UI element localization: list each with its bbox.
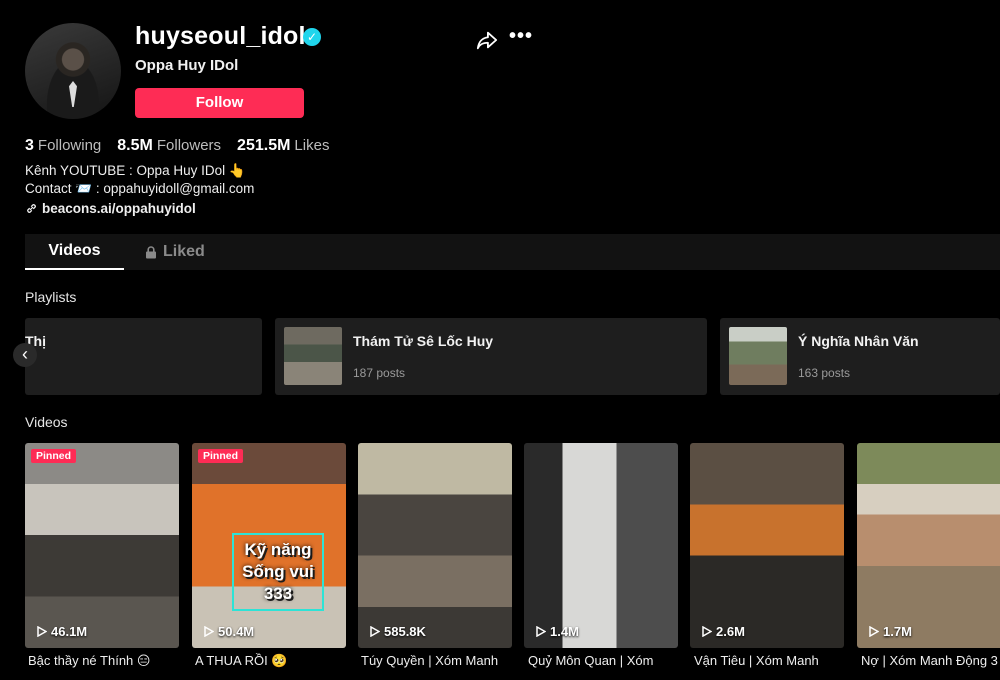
link-icon (27, 204, 36, 213)
followers-label: Followers (156, 137, 222, 154)
view-count-text: 1.4M (550, 624, 579, 639)
playlist-name: Thám Tử Sê Lốc Huy (353, 333, 494, 349)
video-caption[interactable]: Vận Tiêu | Xóm Manh (694, 653, 839, 668)
playlists-heading: Playlists (25, 289, 77, 305)
bio-contact-label: Contact (25, 181, 72, 196)
profile-bio: Kênh YOUTUBE : Oppa Huy IDol 👆 Contact 📨… (25, 162, 254, 198)
follow-button[interactable]: Follow (135, 88, 304, 118)
profile-nickname: Oppa Huy IDol (135, 57, 239, 74)
bio-line-contact: Contact 📨 : oppahuyidoll@gmail.com (25, 180, 254, 198)
more-options-icon[interactable]: ••• (509, 26, 533, 51)
view-count: 50.4M (204, 624, 254, 639)
share-icon[interactable] (476, 29, 498, 51)
video-caption[interactable]: Bậc thầy né Thính 😑 (28, 653, 173, 669)
view-count-text: 1.7M (883, 624, 912, 639)
followers-stat[interactable]: 8.5M Followers (117, 137, 221, 155)
video-caption[interactable]: Nợ | Xóm Manh Động 3 (861, 653, 1000, 668)
video-caption[interactable]: A THUA RỒI 🥺 (195, 653, 340, 669)
view-count-text: 50.4M (218, 624, 255, 639)
pinned-badge: Pinned (31, 449, 77, 463)
view-count: 1.4M (536, 624, 579, 639)
video-card[interactable]: 2.6M (690, 443, 844, 648)
view-count: 2.6M (702, 624, 745, 639)
profile-link-text: beacons.ai/oppahuyidol (42, 201, 196, 216)
following-stat[interactable]: 3 Following (25, 137, 101, 155)
likes-count: 251.5M (237, 137, 291, 154)
video-caption[interactable]: Quỷ Môn Quan | Xóm (528, 653, 673, 668)
tab-liked-label: Liked (163, 243, 205, 260)
video-card[interactable]: 1.4M (524, 443, 678, 648)
likes-label: Likes (294, 137, 330, 154)
video-caption[interactable]: Túy Quyền | Xóm Manh (361, 653, 506, 668)
tab-videos[interactable]: Videos (25, 234, 124, 270)
tab-liked[interactable]: Liked (145, 234, 225, 270)
lock-icon (146, 245, 156, 258)
playlist-name: Ý Nghĩa Nhân Văn (798, 333, 919, 349)
following-count: 3 (25, 137, 34, 154)
playlist-card[interactable]: Thám Tử Sê Lốc Huy 187 posts (275, 318, 707, 395)
profile-username: huyseoul_idol (135, 22, 306, 50)
playlist-post-count: 163 posts (798, 366, 851, 380)
play-icon (869, 626, 879, 637)
video-card[interactable]: Pinned Kỹ năng Sống vui 333 50.4M (192, 443, 346, 648)
playlist-thumbnail (729, 327, 787, 385)
profile-stats: 3 Following 8.5M Followers 251.5M Likes (25, 137, 329, 155)
playlist-post-count: 187 posts (353, 366, 406, 380)
profile-tabs: Videos Liked (25, 234, 1000, 270)
playlist-thumbnail (284, 327, 342, 385)
play-icon (37, 626, 47, 637)
view-count-text: 585.8K (384, 624, 426, 639)
play-icon (204, 626, 214, 637)
video-card[interactable]: Pinned 46.1M (25, 443, 179, 648)
followers-count: 8.5M (117, 137, 153, 154)
videos-heading: Videos (25, 414, 68, 430)
following-label: Following (37, 137, 102, 154)
play-icon (370, 626, 380, 637)
view-count-text: 2.6M (716, 624, 745, 639)
view-count-text: 46.1M (51, 624, 88, 639)
view-count: 46.1M (37, 624, 87, 639)
playlist-card[interactable]: Thị (25, 318, 262, 395)
pinned-badge: Pinned (198, 449, 244, 463)
likes-stat: 251.5M Likes (237, 137, 329, 155)
verified-badge-icon: ✓ (303, 28, 321, 46)
playlist-card[interactable]: Ý Nghĩa Nhân Văn 163 posts (720, 318, 1000, 395)
profile-link[interactable]: beacons.ai/oppahuyidol (25, 201, 196, 216)
view-count: 585.8K (370, 624, 426, 639)
play-icon (702, 626, 712, 637)
view-count: 1.7M (869, 624, 912, 639)
video-card[interactable]: 585.8K (358, 443, 512, 648)
video-card[interactable]: 1.7M (857, 443, 1000, 648)
bio-line-youtube: Kênh YOUTUBE : Oppa Huy IDol 👆 (25, 163, 246, 178)
video-overlay-text: Kỹ năng Sống vui 333 (232, 533, 324, 611)
chevron-left-icon[interactable]: ‹ (13, 343, 37, 367)
play-icon (536, 626, 546, 637)
envelope-emoji: 📨 (75, 181, 93, 196)
profile-avatar[interactable] (25, 23, 121, 119)
bio-contact-email: : oppahuyidoll@gmail.com (95, 181, 255, 196)
